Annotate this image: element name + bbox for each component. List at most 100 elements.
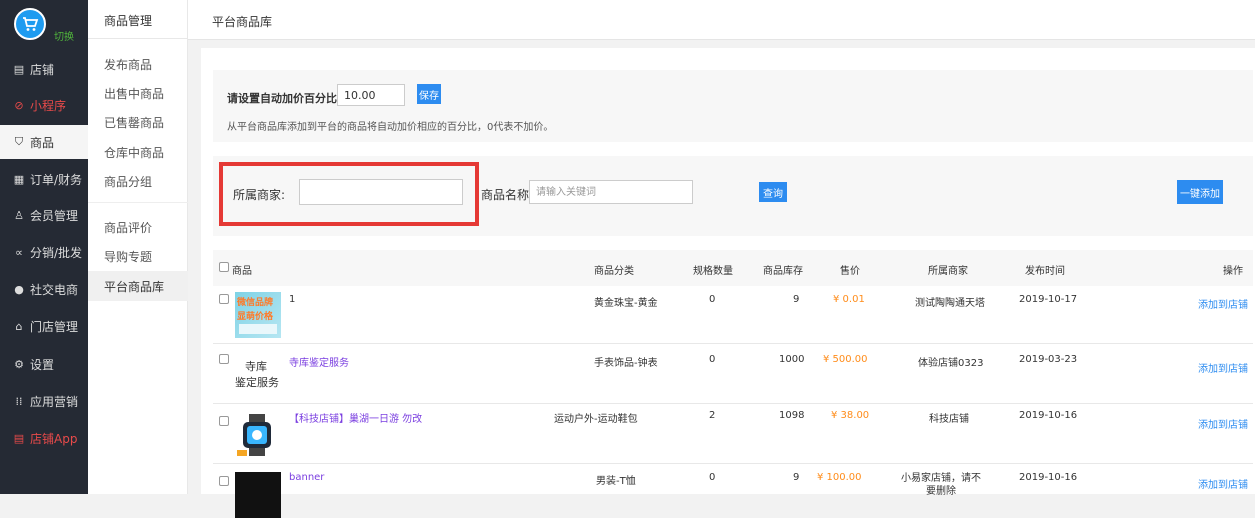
product-category: 手表饰品-钟表 [594,358,658,369]
price: ¥ 38.00 [831,410,870,421]
product-thumbnail: 微信品牌 显萌价格 [235,292,281,338]
sub-item-warehouse[interactable]: 仓库中商品 [88,137,188,167]
price: ¥ 100.00 [817,472,862,483]
select-all-checkbox[interactable] [219,262,229,272]
sub-item-groups[interactable]: 商品分组 [88,166,188,196]
product-name[interactable]: 1 [289,294,295,305]
nav-item-store-app[interactable]: ▤ 店铺App [0,421,88,455]
product-name[interactable]: 寺库鉴定服务 [289,354,349,369]
nav-item-distribution[interactable]: ∝ 分销/批发 [0,235,88,269]
thumb-text: 显萌价格 [237,312,274,322]
merchant: 科技店铺 [929,414,969,425]
publish-date: 2019-10-16 [1019,410,1078,421]
price: ¥ 0.01 [833,294,865,305]
sub-item-guides[interactable]: 导购专题 [88,241,188,271]
stock: 1000 [779,354,805,365]
table-row: 寺库 鉴定服务 寺库鉴定服务 手表饰品-钟表 0 1000 ¥ 500.00 体… [213,344,1253,404]
stock: 1098 [779,410,805,421]
smartwatch-image [237,414,271,456]
price: ¥ 500.00 [823,354,868,365]
sub-item-on-sale[interactable]: 出售中商品 [88,78,188,108]
table-header: 商品 商品分类 规格数量 商品库存 售价 所属商家 发布时间 操作 [213,250,1253,286]
goods-icon: ⛉ [14,135,24,148]
sub-nav-title: 商品管理 [104,14,153,28]
apps-icon: ⁞⁞ [15,394,23,408]
sub-nav: 商品管理 发布商品 出售中商品 已售罄商品 仓库中商品 商品分组 商品评价 导购… [88,0,188,494]
spec-count: 2 [709,410,716,421]
thumb-decoration [239,324,277,334]
table-row: banner 男装-T恤 0 9 ¥ 100.00 小易家店铺，请不要删除 20… [213,464,1253,518]
spec-count: 0 [709,294,716,305]
nav-item-settings[interactable]: ⚙ 设置 [0,347,88,381]
shop-manage-icon: ⌂ [15,319,23,333]
publish-date: 2019-10-17 [1019,294,1078,305]
markup-percent-input[interactable] [337,84,405,106]
nav-item-store[interactable]: ▤ 店铺 [0,52,88,86]
markup-label: 请设置自动加价百分比 [227,92,337,105]
switch-link[interactable]: 切换 [54,28,74,43]
breadcrumb: 平台商品库 [212,15,273,29]
sub-item-platform-library[interactable]: 平台商品库 [88,271,188,301]
divider [88,38,188,39]
product-category: 运动户外-运动鞋包 [554,414,638,425]
add-to-store-link[interactable]: 添加到店铺 [1198,416,1248,431]
table-row: 【科技店铺】巢湖一日游 勿改 运动户外-运动鞋包 2 1098 ¥ 38.00 … [213,404,1253,464]
add-to-store-link[interactable]: 添加到店铺 [1198,360,1248,375]
nav-item-social[interactable]: ● 社交电商 [0,272,88,306]
thumb-text: 微信品牌 [237,298,274,308]
save-button[interactable]: 保存 [417,84,441,104]
product-name-input[interactable] [529,180,693,204]
query-button[interactable]: 查询 [759,182,787,202]
row-checkbox[interactable] [219,416,229,426]
sub-item-publish[interactable]: 发布商品 [88,49,188,79]
member-icon: ♙ [14,208,24,222]
header-category: 商品分类 [594,266,634,277]
product-thumbnail [235,472,281,518]
header-merchant: 所属商家 [928,266,968,277]
merchant: 小易家店铺，请不要删除 [901,473,981,497]
product-name-label: 商品名称: [481,188,534,202]
merchant: 测试陶陶通天塔 [915,298,985,309]
order-icon: ▦ [13,172,25,186]
settings-icon: ⚙ [14,357,24,371]
product-thumbnail: 寺库 鉴定服务 [235,354,281,400]
nav-item-miniprogram[interactable]: ⊘ 小程序 [0,88,88,122]
filter-panel: 所属商家: 商品名称: 查询 一键添加 [213,156,1253,236]
markup-hint: 从平台商品库添加到平台的商品将自动加价相应的百分比，0代表不加价。 [227,122,554,133]
row-checkbox[interactable] [219,476,229,486]
cart-logo-icon[interactable] [14,8,46,40]
nav-item-goods[interactable]: ⛉ 商品 [0,125,88,159]
product-name[interactable]: 【科技店铺】巢湖一日游 勿改 [289,410,422,425]
thumb-text: 鉴定服务 [235,376,279,389]
nav-item-orders[interactable]: ▦ 订单/财务 [0,162,88,196]
markup-setting-panel: 请设置自动加价百分比 保存 从平台商品库添加到平台的商品将自动加价相应的百分比，… [213,70,1253,142]
row-checkbox[interactable] [219,354,229,364]
product-category: 男装-T恤 [596,476,636,487]
divider [88,202,188,203]
nav-item-apps[interactable]: ⁞⁞ 应用营销 [0,384,88,418]
main-panel: 请设置自动加价百分比 保存 从平台商品库添加到平台的商品将自动加价相应的百分比，… [201,48,1255,518]
add-to-store-link[interactable]: 添加到店铺 [1198,296,1248,311]
header-price: 售价 [840,266,860,277]
merchant-label: 所属商家: [233,188,286,202]
sub-item-reviews[interactable]: 商品评价 [88,212,188,242]
add-to-store-link[interactable]: 添加到店铺 [1198,476,1248,491]
store-icon: ▤ [13,62,25,76]
stock: 9 [793,294,800,305]
row-checkbox[interactable] [219,294,229,304]
header-action: 操作 [1223,266,1243,277]
distribution-icon: ∝ [15,245,23,259]
spec-count: 0 [709,472,716,483]
add-all-button[interactable]: 一键添加 [1177,180,1223,204]
miniprogram-icon: ⊘ [14,98,24,112]
spec-count: 0 [709,354,716,365]
merchant-input[interactable] [299,179,463,205]
publish-date: 2019-10-16 [1019,472,1078,483]
sub-item-sold-out[interactable]: 已售罄商品 [88,107,188,137]
nav-item-shop-manage[interactable]: ⌂ 门店管理 [0,309,88,343]
nav-item-members[interactable]: ♙ 会员管理 [0,198,88,232]
publish-date: 2019-03-23 [1019,354,1078,365]
top-bar: 平台商品库 [188,0,1255,40]
stock: 9 [793,472,800,483]
product-name[interactable]: banner [289,472,324,483]
